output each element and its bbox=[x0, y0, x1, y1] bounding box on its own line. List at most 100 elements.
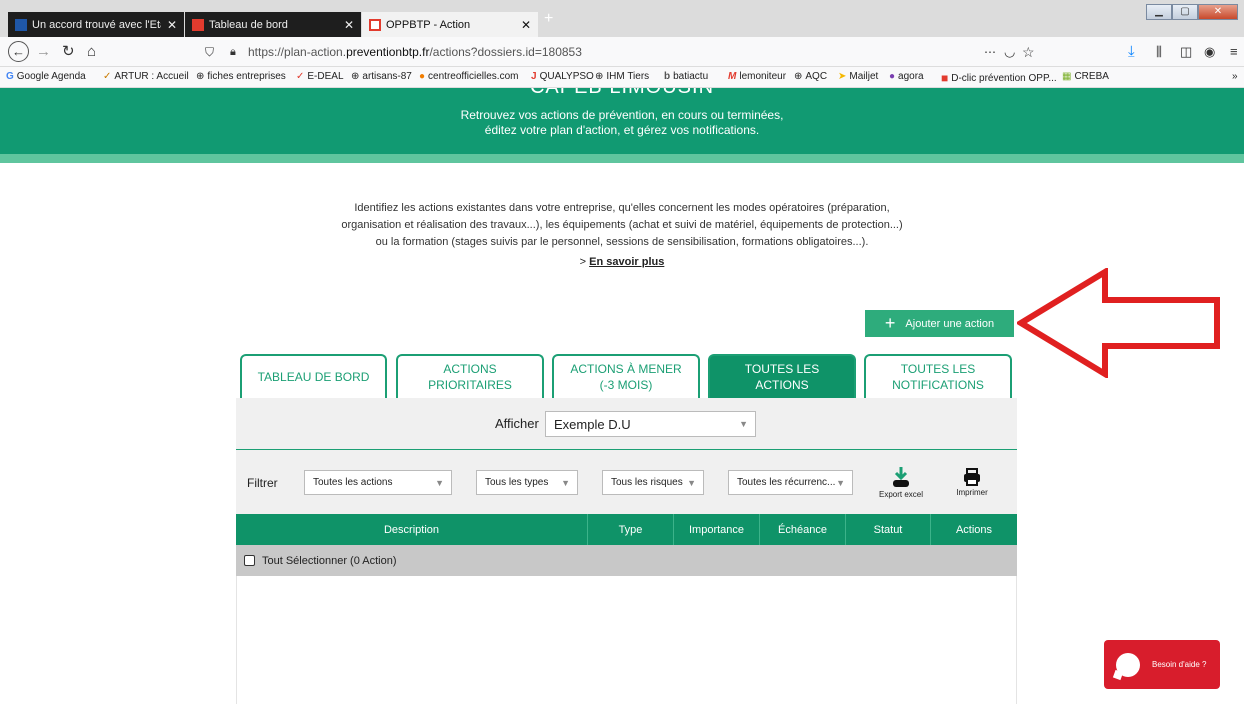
bookmarks-overflow-icon[interactable]: » bbox=[1232, 71, 1238, 82]
oppbtp-icon: ■ bbox=[941, 71, 949, 85]
filter-actions-select[interactable]: Toutes les actions ▼ bbox=[304, 470, 452, 495]
bookmark-label: Mailjet bbox=[849, 71, 879, 82]
help-label: Besoin d'aide ? bbox=[1152, 660, 1207, 669]
account-icon[interactable]: ◉ bbox=[1204, 42, 1215, 62]
intro-line1: Identifiez les actions existantes dans v… bbox=[354, 202, 890, 214]
menu-icon[interactable]: ≡ bbox=[1230, 42, 1238, 62]
browser-tab-strip: Un accord trouvé avec l'Etat po ✕ Tablea… bbox=[0, 0, 1244, 37]
tab-actions-a-mener[interactable]: ACTIONS À MENER (-3 MOIS) bbox=[552, 354, 700, 398]
browser-tab-title: Un accord trouvé avec l'Etat po bbox=[32, 18, 161, 31]
tab-toutes-les-notifications[interactable]: TOUTES LES NOTIFICATIONS bbox=[864, 354, 1012, 398]
tab-label-line1: TOUTES LES bbox=[900, 362, 976, 376]
bookmark-label: agora bbox=[898, 71, 924, 82]
bookmark-agora[interactable]: ● agora bbox=[889, 71, 924, 82]
column-echeance[interactable]: Échéance bbox=[760, 514, 846, 545]
new-tab-button[interactable]: + bbox=[544, 10, 553, 28]
bookmark-qualypso[interactable]: J QUALYPSO bbox=[531, 71, 594, 82]
close-window-icon[interactable]: ✕ bbox=[1198, 4, 1238, 20]
creba-icon: ▦ bbox=[1062, 71, 1072, 82]
tab-favicon-icon bbox=[15, 18, 27, 31]
tab-actions-prioritaires[interactable]: ACTIONS PRIORITAIRES bbox=[396, 354, 544, 398]
bookmark-creba[interactable]: ▦ CREBA bbox=[1062, 71, 1109, 82]
bookmark-fiches-entreprises[interactable]: ⊕ fiches entreprises bbox=[196, 71, 286, 82]
globe-icon: ⊕ bbox=[196, 71, 205, 82]
bookmark-mailjet[interactable]: ➤ Mailjet bbox=[838, 71, 878, 82]
url-bar[interactable]: https://plan-action.preventionbtp.fr/act… bbox=[248, 41, 1072, 63]
afficher-row: Afficher Exemple D.U ▼ bbox=[236, 398, 1017, 450]
tab-label-line2: NOTIFICATIONS bbox=[892, 378, 984, 392]
chevron-down-icon: ▼ bbox=[687, 477, 696, 488]
column-description[interactable]: Description bbox=[236, 514, 588, 545]
bookmark-artur[interactable]: ✓ ARTUR : Accueil bbox=[103, 71, 189, 82]
export-excel-button[interactable]: Export excel bbox=[872, 466, 930, 499]
bookmark-label: artisans-87 bbox=[362, 71, 412, 82]
tab-toutes-les-actions[interactable]: TOUTES LES ACTIONS bbox=[708, 354, 856, 398]
browser-tab-title: OPPBTP - Action bbox=[386, 18, 471, 31]
bookmark-label: D-clic prévention OPP... bbox=[951, 72, 1057, 84]
intro-line3: ou la formation (stages suivis par le pe… bbox=[375, 236, 869, 248]
edeal-icon: ✓ bbox=[296, 71, 305, 82]
banner-bottom-strip bbox=[0, 154, 1244, 163]
download-icon[interactable]: ⤓ bbox=[1128, 42, 1135, 62]
column-actions[interactable]: Actions bbox=[931, 514, 1017, 545]
minimize-icon[interactable]: ▁ bbox=[1146, 4, 1172, 20]
bookmark-batiactu[interactable]: b batiactu bbox=[664, 71, 708, 82]
sidebar-icon[interactable]: ◫ bbox=[1180, 42, 1192, 62]
filter-recurrences-select[interactable]: Toutes les récurrenc... ▼ bbox=[728, 470, 853, 495]
browser-tab-3-active[interactable]: OPPBTP - Action ✕ bbox=[362, 12, 538, 37]
bookmark-e-deal[interactable]: ✓ E-DEAL bbox=[296, 71, 344, 82]
table-header: Description Type Importance Échéance Sta… bbox=[236, 514, 1017, 545]
browser-tab-1[interactable]: Un accord trouvé avec l'Etat po ✕ bbox=[8, 12, 184, 37]
filter-types-select[interactable]: Tous les types ▼ bbox=[476, 470, 578, 495]
lemoniteur-icon: M bbox=[728, 71, 737, 82]
column-statut[interactable]: Statut bbox=[846, 514, 931, 545]
bookmark-google-agenda[interactable]: G Google Agenda bbox=[6, 71, 86, 82]
bookmark-centreofficielles[interactable]: ● centreofficielles.com bbox=[419, 71, 518, 82]
library-icon[interactable]: ⫼ bbox=[1156, 42, 1162, 62]
browser-tab-2[interactable]: Tableau de bord ✕ bbox=[185, 12, 361, 37]
bookmark-label: lemoniteur bbox=[739, 71, 787, 82]
tab-tableau-de-bord[interactable]: TABLEAU DE BORD bbox=[240, 354, 387, 398]
back-arrow-icon[interactable]: ← bbox=[8, 41, 29, 62]
filtrer-label: Filtrer bbox=[247, 476, 278, 490]
home-icon[interactable]: ⌂ bbox=[87, 42, 96, 62]
bookmark-label: batiactu bbox=[673, 71, 709, 82]
close-tab-icon[interactable]: ✕ bbox=[344, 18, 354, 32]
close-tab-icon[interactable]: ✕ bbox=[521, 18, 531, 32]
forward-arrow-icon[interactable]: → bbox=[36, 42, 51, 62]
maximize-icon[interactable]: ▢ bbox=[1172, 4, 1198, 20]
plus-icon: + bbox=[884, 313, 896, 333]
agora-icon: ● bbox=[889, 71, 896, 82]
bookmark-label: E-DEAL bbox=[307, 71, 344, 82]
filter-risques-select[interactable]: Tous les risques ▼ bbox=[602, 470, 704, 495]
star-icon[interactable]: ☆ bbox=[1022, 42, 1035, 62]
bookmark-aqc[interactable]: ⊕ AQC bbox=[794, 71, 827, 82]
close-tab-icon[interactable]: ✕ bbox=[167, 18, 177, 32]
afficher-select[interactable]: Exemple D.U ▼ bbox=[545, 411, 756, 437]
filter-types-value: Tous les types bbox=[485, 477, 549, 488]
learn-more-link[interactable]: En savoir plus bbox=[589, 256, 664, 268]
select-all-checkbox[interactable] bbox=[244, 555, 255, 566]
printer-icon bbox=[964, 468, 980, 486]
page-actions-icon[interactable]: ⋯ bbox=[984, 42, 996, 62]
column-importance[interactable]: Importance bbox=[674, 514, 760, 545]
qualypso-icon: J bbox=[531, 71, 537, 82]
help-button[interactable]: Besoin d'aide ? bbox=[1104, 640, 1220, 689]
shield-icon[interactable]: ⛉ bbox=[205, 42, 214, 62]
download-icon bbox=[893, 467, 909, 487]
print-button[interactable]: Imprimer bbox=[948, 468, 996, 497]
annotation-arrow-icon bbox=[1017, 268, 1220, 378]
select-all-row: Tout Sélectionner (0 Action) bbox=[236, 545, 1017, 576]
centreofficielles-icon: ● bbox=[419, 71, 426, 82]
bookmark-ihm-tiers[interactable]: ⊕ IHM Tiers bbox=[595, 71, 649, 82]
bookmark-artisans-87[interactable]: ⊕ artisans-87 bbox=[351, 71, 412, 82]
column-type[interactable]: Type bbox=[588, 514, 674, 545]
bookmark-d-clic[interactable]: ■ D-clic prévention OPP... bbox=[941, 71, 1057, 85]
url-suffix: /actions?dossiers.id=180853 bbox=[429, 45, 582, 59]
bookmark-lemoniteur[interactable]: Mlemoniteur bbox=[728, 71, 786, 82]
globe-icon: ⊕ bbox=[595, 71, 604, 82]
banner-subtitle-line1: Retrouvez vos actions de prévention, en … bbox=[460, 108, 784, 122]
pocket-icon[interactable]: ◡ bbox=[1004, 42, 1015, 62]
add-action-button[interactable]: + Ajouter une action bbox=[865, 310, 1014, 337]
reload-icon[interactable]: ↻ bbox=[62, 42, 75, 62]
